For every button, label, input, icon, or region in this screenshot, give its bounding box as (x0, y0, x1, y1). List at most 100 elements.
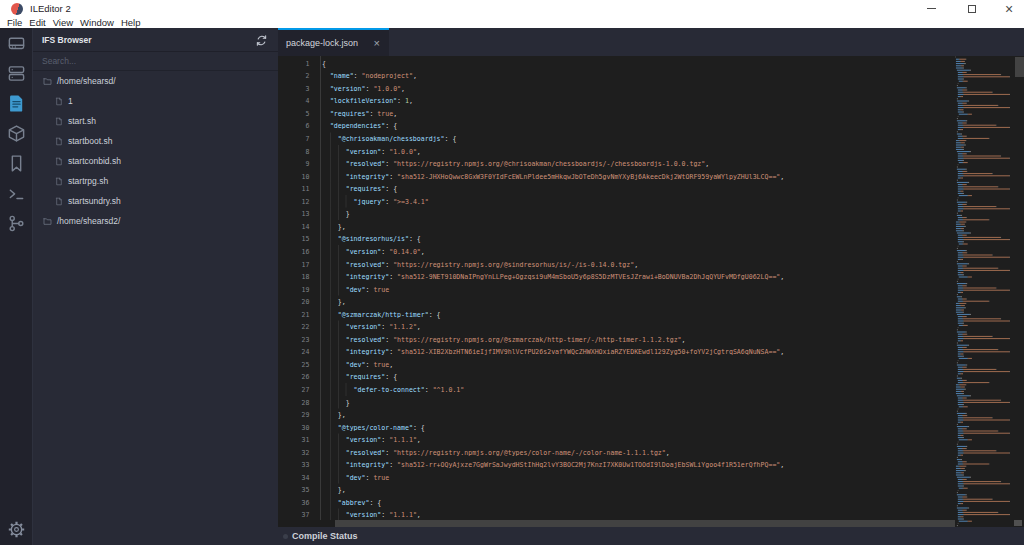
indent-guide (330, 458, 331, 471)
indent-guide (330, 307, 331, 320)
code-line[interactable]: 25 "dev": true, (278, 358, 1018, 371)
code-line[interactable]: 27 "defer-to-connect": "^1.0.1" (278, 383, 1018, 396)
code-line[interactable]: 22 "version": "1.1.2", (278, 320, 1018, 333)
code-line[interactable]: 21 "@szmarczak/http-timer": { (278, 307, 1018, 320)
remote-system-icon[interactable] (7, 34, 26, 53)
minimap[interactable] (955, 56, 1015, 527)
code-line[interactable]: 9 "resolved": "https://registry.npmjs.or… (278, 157, 1018, 170)
menu-file[interactable]: File (7, 17, 22, 28)
code-line[interactable]: 7 "@chrisoakman/chessboardjs": { (278, 132, 1018, 145)
ifs-browser-icon[interactable] (7, 94, 26, 113)
tree-item-home-shearsd2[interactable]: /home/shearsd2/ (33, 211, 278, 231)
code-line[interactable]: 36 "abbrev": { (278, 496, 1018, 509)
line-number: 28 (278, 395, 310, 408)
line-number: 22 (278, 320, 310, 333)
code-line[interactable]: 31 "version": "1.1.1", (278, 433, 1018, 446)
code-line[interactable]: 34 "dev": true (278, 471, 1018, 484)
code-line[interactable]: 11 "requires": { (278, 182, 1018, 195)
code-line[interactable]: 2 "name": "nodeproject", (278, 69, 1018, 82)
code-line[interactable]: 33 "integrity": "sha512-rr+OQyAjxze7GgWr… (278, 458, 1018, 471)
code-line[interactable]: 32 "resolved": "https://registry.npmjs.o… (278, 445, 1018, 458)
indent-guide (338, 370, 339, 383)
minimize-button[interactable] (914, 0, 948, 17)
file-icon (55, 97, 63, 106)
code-line[interactable]: 19 "dev": true (278, 282, 1018, 295)
object-browser-icon[interactable] (7, 124, 26, 143)
tree-item-start-sh[interactable]: start.sh (33, 111, 278, 131)
indent-guide (338, 458, 339, 471)
library-list-icon[interactable] (7, 64, 26, 83)
code-line[interactable]: 17 "resolved": "https://registry.npmjs.o… (278, 257, 1018, 270)
menu-edit[interactable]: Edit (29, 17, 45, 28)
vertical-scrollbar-thumb[interactable] (1015, 57, 1024, 77)
code-line-text: "dev": true (322, 285, 389, 293)
code-line-text: "resolved": "https://registry.npmjs.org/… (322, 260, 638, 268)
code-line[interactable]: 3 "version": "1.0.0", (278, 82, 1018, 95)
editor-column: package-lock.json × 1{2 "name": "nodepro… (278, 28, 1024, 545)
code-line[interactable]: 14 }, (278, 220, 1018, 233)
indent-guide (338, 395, 339, 408)
line-number: 17 (278, 257, 310, 270)
tab-package-lock-json[interactable]: package-lock.json × (278, 28, 389, 56)
code-line[interactable]: 20 }, (278, 295, 1018, 308)
code-line[interactable]: 15 "@sindresorhus/is": { (278, 232, 1018, 245)
horizontal-scrollbar[interactable] (278, 520, 955, 527)
maximize-button[interactable] (955, 0, 989, 17)
code-editor[interactable]: 1{2 "name": "nodeproject",3 "version": "… (278, 56, 1024, 527)
file-icon (55, 177, 63, 186)
indent-guide (330, 370, 331, 383)
code-line[interactable]: 24 "integrity": "sha512-XIB2XbzHTN6ieIjf… (278, 345, 1018, 358)
horizontal-scrollbar-thumb[interactable] (335, 520, 955, 527)
close-button[interactable]: × (992, 0, 1024, 17)
refresh-icon[interactable] (255, 33, 268, 46)
code-line[interactable]: 26 "requires": { (278, 370, 1018, 383)
code-line[interactable]: 4 "lockfileVersion": 1, (278, 94, 1018, 107)
code-line[interactable]: 37 "version": "1.1.1", (278, 508, 1018, 521)
search-input[interactable] (33, 56, 278, 66)
line-number: 7 (278, 132, 310, 145)
tab-label: package-lock.json (286, 38, 358, 48)
indent-guide (330, 220, 331, 233)
status-dot (283, 534, 288, 539)
tree-item-startrpg-sh[interactable]: startrpg.sh (33, 171, 278, 191)
menu-view[interactable]: View (53, 17, 73, 28)
code-line[interactable]: 5 "requires": true, (278, 107, 1018, 120)
code-line[interactable]: 13 } (278, 207, 1018, 220)
gear-icon[interactable] (7, 520, 26, 539)
tree-item-startconbid-sh[interactable]: startconbid.sh (33, 151, 278, 171)
tree-item-startboot-sh[interactable]: startboot.sh (33, 131, 278, 151)
sidebar-search (33, 52, 278, 71)
code-line[interactable]: 23 "resolved": "https://registry.npmjs.o… (278, 333, 1018, 346)
vertical-scrollbar[interactable] (1015, 56, 1024, 527)
code-line[interactable]: 35 }, (278, 483, 1018, 496)
menu-help[interactable]: Help (121, 17, 141, 28)
tab-close-icon[interactable]: × (374, 38, 380, 48)
line-number: 1 (278, 57, 310, 70)
indent-guide (330, 508, 331, 521)
code-line[interactable]: 12 "jquery": ">=3.4.1" (278, 195, 1018, 208)
code-line[interactable]: 6 "dependencies": { (278, 119, 1018, 132)
line-number: 32 (278, 445, 310, 458)
line-number: 16 (278, 245, 310, 258)
code-line[interactable]: 1{ (278, 57, 1018, 70)
source-control-icon[interactable] (7, 214, 26, 233)
bookmarks-icon[interactable] (7, 154, 26, 173)
code-line-text: "version": "1.1.1", (322, 511, 421, 519)
menu-window[interactable]: Window (80, 17, 114, 28)
code-line[interactable]: 28 } (278, 395, 1018, 408)
tree-item-label: /home/shearsd/ (57, 76, 116, 86)
code-line-text: "name": "nodeproject", (322, 72, 417, 80)
code-line[interactable]: 8 "version": "1.0.0", (278, 144, 1018, 157)
code-line[interactable]: 29 }, (278, 408, 1018, 421)
tree-item-home-shearsd[interactable]: /home/shearsd/ (33, 71, 278, 91)
code-line[interactable]: 30 "@types/color-name": { (278, 420, 1018, 433)
terminal-icon[interactable] (7, 184, 26, 203)
line-number: 30 (278, 420, 310, 433)
tree-item-startsundry-sh[interactable]: startsundry.sh (33, 191, 278, 211)
code-line[interactable]: 18 "integrity": "sha512-9NET910DNaIPngYn… (278, 270, 1018, 283)
code-line[interactable]: 16 "version": "0.14.0", (278, 245, 1018, 258)
line-number: 24 (278, 345, 310, 358)
code-line-text: "resolved": "https://registry.npmjs.org/… (322, 335, 686, 343)
tree-item-1[interactable]: 1 (33, 91, 278, 111)
code-line[interactable]: 10 "integrity": "sha512-JHXHoQwwc8GxW3F0… (278, 169, 1018, 182)
